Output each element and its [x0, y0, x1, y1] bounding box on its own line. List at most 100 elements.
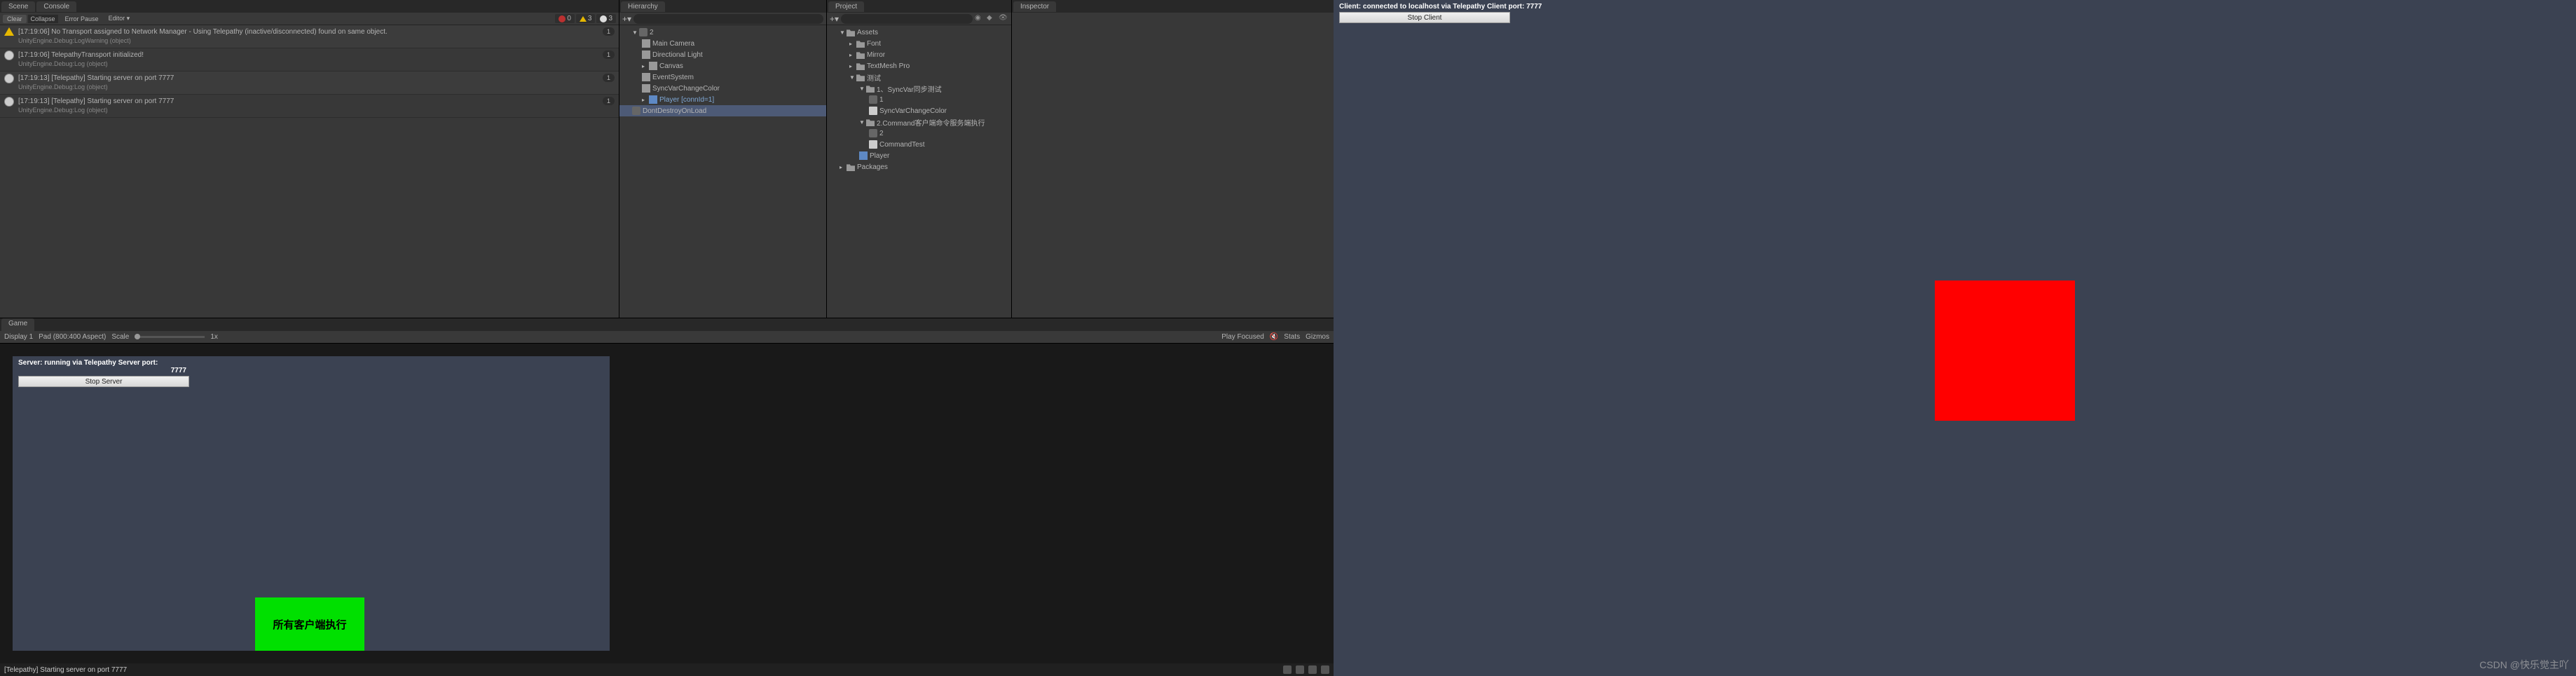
log-counts: 0 3 3: [555, 14, 616, 23]
warning-count[interactable]: 3: [576, 14, 596, 23]
hierarchy-item[interactable]: DontDestroyOnLoad: [619, 105, 826, 116]
filter-icon[interactable]: ◆: [987, 14, 996, 24]
tab-project[interactable]: Project: [828, 1, 864, 12]
error-icon: [559, 15, 566, 22]
gizmos-toggle[interactable]: Gizmos: [1306, 333, 1329, 341]
assets-folder[interactable]: ▼Assets: [827, 27, 1011, 38]
console-panel: Scene Console Clear Collapse Error Pause…: [0, 0, 619, 318]
folder-item[interactable]: ▼2.Command客户端命令服务端执行: [827, 116, 1011, 128]
red-player-square: [1935, 280, 2075, 421]
tab-game[interactable]: Game: [1, 318, 34, 331]
filter-icon[interactable]: ◉: [975, 14, 985, 24]
status-icon[interactable]: [1321, 665, 1329, 674]
info-icon: [4, 97, 14, 107]
script-item[interactable]: CommandTest: [827, 139, 1011, 150]
folder-item[interactable]: ▸TextMesh Pro: [827, 60, 1011, 72]
project-search-row: +▾ ◉ ◆ 👁: [827, 13, 1011, 25]
scene-icon: [632, 107, 640, 115]
hierarchy-item[interactable]: SyncVarChangeColor: [619, 83, 826, 94]
console-toolbar: Clear Collapse Error Pause Editor ▾ 0 3 …: [0, 13, 619, 25]
status-bar: [Telepathy] Starting server on port 7777: [0, 663, 1334, 676]
project-tab-bar: Project: [827, 0, 1011, 13]
hierarchy-item[interactable]: EventSystem: [619, 72, 826, 83]
scene-item[interactable]: 1: [827, 94, 1011, 105]
create-dropdown[interactable]: +▾: [622, 14, 631, 24]
folder-icon: [847, 28, 855, 36]
folder-item[interactable]: ▼测试: [827, 72, 1011, 83]
stop-client-button[interactable]: Stop Client: [1339, 12, 1510, 23]
log-count: 1: [603, 97, 615, 105]
log-entry[interactable]: [17:19:13] [Telepathy] Starting server o…: [0, 95, 619, 118]
scene-item[interactable]: 2: [827, 128, 1011, 139]
mute-toggle[interactable]: 🔇: [1270, 333, 1278, 341]
hierarchy-panel: Hierarchy +▾ ▼2 Main Camera Directional …: [619, 0, 827, 318]
log-count: 1: [603, 27, 615, 36]
hierarchy-tab-bar: Hierarchy: [619, 0, 826, 13]
hidden-icon[interactable]: 👁: [999, 14, 1008, 24]
log-text: [17:19:13] [Telepathy] Starting server o…: [18, 74, 600, 92]
info-icon: [4, 50, 14, 60]
error-count[interactable]: 0: [555, 14, 575, 23]
folder-item[interactable]: ▸Mirror: [827, 49, 1011, 60]
hierarchy-search[interactable]: [633, 14, 823, 24]
script-icon: [869, 140, 877, 149]
top-panels: Scene Console Clear Collapse Error Pause…: [0, 0, 1334, 318]
error-pause-toggle[interactable]: Error Pause: [62, 15, 102, 23]
tab-inspector[interactable]: Inspector: [1013, 1, 1056, 12]
display-dropdown[interactable]: Display 1: [4, 333, 33, 341]
editor-dropdown[interactable]: Editor ▾: [106, 14, 133, 23]
clear-button[interactable]: Clear: [3, 15, 27, 23]
log-list[interactable]: [17:19:06] No Transport assigned to Netw…: [0, 25, 619, 318]
log-entry[interactable]: [17:19:06] TelepathyTransport initialize…: [0, 48, 619, 72]
folder-item[interactable]: ▼1、SyncVar同步测试: [827, 83, 1011, 94]
client-game-window[interactable]: Client: connected to localhost via Telep…: [1334, 0, 2576, 676]
stats-toggle[interactable]: Stats: [1284, 333, 1300, 341]
inspector-tab-bar: Inspector: [1012, 0, 1334, 13]
game-view[interactable]: Server: running via Telepathy Server por…: [13, 356, 610, 651]
prefab-item[interactable]: Player: [827, 150, 1011, 161]
status-icon[interactable]: [1296, 665, 1304, 674]
folder-icon: [866, 84, 875, 93]
log-entry[interactable]: [17:19:13] [Telepathy] Starting server o…: [0, 72, 619, 95]
status-icons: [1283, 665, 1329, 674]
server-status: Server: running via Telepathy Server por…: [18, 359, 189, 387]
tab-console[interactable]: Console: [36, 1, 76, 12]
hierarchy-tree[interactable]: ▼2 Main Camera Directional Light ▸Canvas…: [619, 25, 826, 318]
prefab-icon: [859, 151, 868, 160]
info-count[interactable]: 3: [596, 14, 616, 23]
log-count: 1: [603, 74, 615, 82]
packages-folder[interactable]: ▸Packages: [827, 161, 1011, 173]
folder-icon: [856, 73, 865, 81]
script-item[interactable]: SyncVarChangeColor: [827, 105, 1011, 116]
project-tree[interactable]: ▼Assets ▸Font ▸Mirror ▸TextMesh Pro ▼测试 …: [827, 25, 1011, 318]
scale-label: Scale: [111, 333, 129, 341]
scene-icon: [869, 95, 877, 104]
hierarchy-item[interactable]: Directional Light: [619, 49, 826, 60]
stop-server-button[interactable]: Stop Server: [18, 376, 189, 387]
gameobject-icon: [642, 84, 650, 93]
warning-icon: [580, 16, 587, 22]
project-search[interactable]: [841, 14, 973, 24]
hierarchy-item[interactable]: ▸Player [connId=1]: [619, 94, 826, 105]
game-toolbar: Display 1 Pad (800:400 Aspect) Scale 1x …: [0, 331, 1334, 344]
scene-root[interactable]: ▼2: [619, 27, 826, 38]
status-icon[interactable]: [1283, 665, 1292, 674]
game-tab-bar: Game: [0, 318, 1334, 331]
status-icon[interactable]: [1308, 665, 1317, 674]
aspect-dropdown[interactable]: Pad (800:400 Aspect): [39, 333, 106, 341]
hierarchy-item[interactable]: Main Camera: [619, 38, 826, 49]
inspector-panel: Inspector: [1012, 0, 1334, 318]
scale-slider[interactable]: [135, 336, 205, 338]
folder-icon: [856, 62, 865, 70]
scene-icon: [639, 28, 648, 36]
create-dropdown[interactable]: +▾: [830, 14, 839, 24]
log-entry[interactable]: [17:19:06] No Transport assigned to Netw…: [0, 25, 619, 48]
tab-hierarchy[interactable]: Hierarchy: [621, 1, 665, 12]
collapse-toggle[interactable]: Collapse: [28, 15, 58, 23]
tab-scene[interactable]: Scene: [1, 1, 35, 12]
scale-value: 1x: [210, 333, 218, 341]
hierarchy-item[interactable]: ▸Canvas: [619, 60, 826, 72]
folder-icon: [856, 39, 865, 48]
folder-item[interactable]: ▸Font: [827, 38, 1011, 49]
play-focused-dropdown[interactable]: Play Focused: [1221, 333, 1264, 341]
